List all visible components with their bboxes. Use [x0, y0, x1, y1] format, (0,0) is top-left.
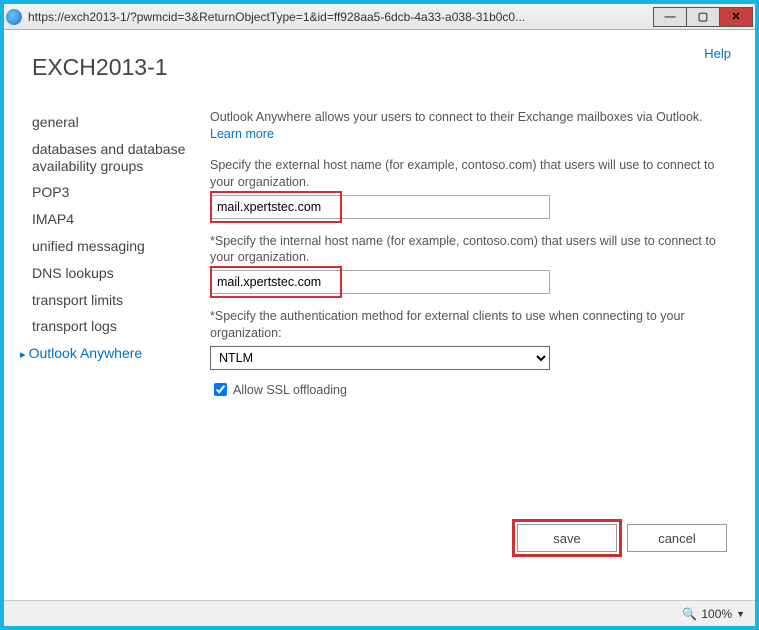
- ssl-offloading-label: Allow SSL offloading: [233, 383, 347, 397]
- zoom-icon: 🔍: [682, 607, 697, 621]
- external-host-input[interactable]: [210, 195, 550, 219]
- sidebar-item-transport-limits[interactable]: transport limits: [32, 287, 210, 314]
- save-button[interactable]: save: [517, 524, 617, 552]
- auth-method-select[interactable]: NTLM: [210, 346, 550, 370]
- help-link[interactable]: Help: [704, 46, 731, 61]
- maximize-button[interactable]: ▢: [686, 7, 720, 27]
- status-bar: 🔍 100% ▼: [4, 600, 755, 626]
- learn-more-link[interactable]: Learn more: [210, 127, 274, 141]
- sidebar: general databases and database availabil…: [32, 109, 210, 399]
- minimize-button[interactable]: —: [653, 7, 687, 27]
- sidebar-item-pop3[interactable]: POP3: [32, 179, 210, 206]
- footer-buttons: save cancel: [517, 524, 727, 552]
- sidebar-item-imap4[interactable]: IMAP4: [32, 206, 210, 233]
- zoom-dropdown-icon[interactable]: ▼: [736, 609, 745, 619]
- ssl-offloading-checkbox[interactable]: [214, 383, 227, 396]
- ie-icon: [6, 9, 22, 25]
- main-panel: Outlook Anywhere allows your users to co…: [210, 109, 727, 399]
- auth-method-label: *Specify the authentication method for e…: [210, 308, 727, 342]
- sidebar-item-dns-lookups[interactable]: DNS lookups: [32, 260, 210, 287]
- sidebar-item-transport-logs[interactable]: transport logs: [32, 313, 210, 340]
- sidebar-item-outlook-anywhere[interactable]: Outlook Anywhere: [32, 340, 210, 367]
- intro-span: Outlook Anywhere allows your users to co…: [210, 110, 703, 124]
- address-url: https://exch2013-1/?pwmcid=3&ReturnObjec…: [28, 10, 654, 24]
- close-button[interactable]: ✕: [719, 7, 753, 27]
- cancel-button[interactable]: cancel: [627, 524, 727, 552]
- server-title: EXCH2013-1: [32, 54, 727, 81]
- intro-text: Outlook Anywhere allows your users to co…: [210, 109, 727, 143]
- external-host-label: Specify the external host name (for exam…: [210, 157, 727, 191]
- zoom-level: 100%: [701, 607, 732, 621]
- window-titlebar: https://exch2013-1/?pwmcid=3&ReturnObjec…: [4, 4, 755, 30]
- internal-host-label: *Specify the internal host name (for exa…: [210, 233, 727, 267]
- sidebar-item-general[interactable]: general: [32, 109, 210, 136]
- sidebar-item-dag[interactable]: databases and database availability grou…: [32, 136, 210, 180]
- sidebar-item-unified-messaging[interactable]: unified messaging: [32, 233, 210, 260]
- internal-host-input[interactable]: [210, 270, 550, 294]
